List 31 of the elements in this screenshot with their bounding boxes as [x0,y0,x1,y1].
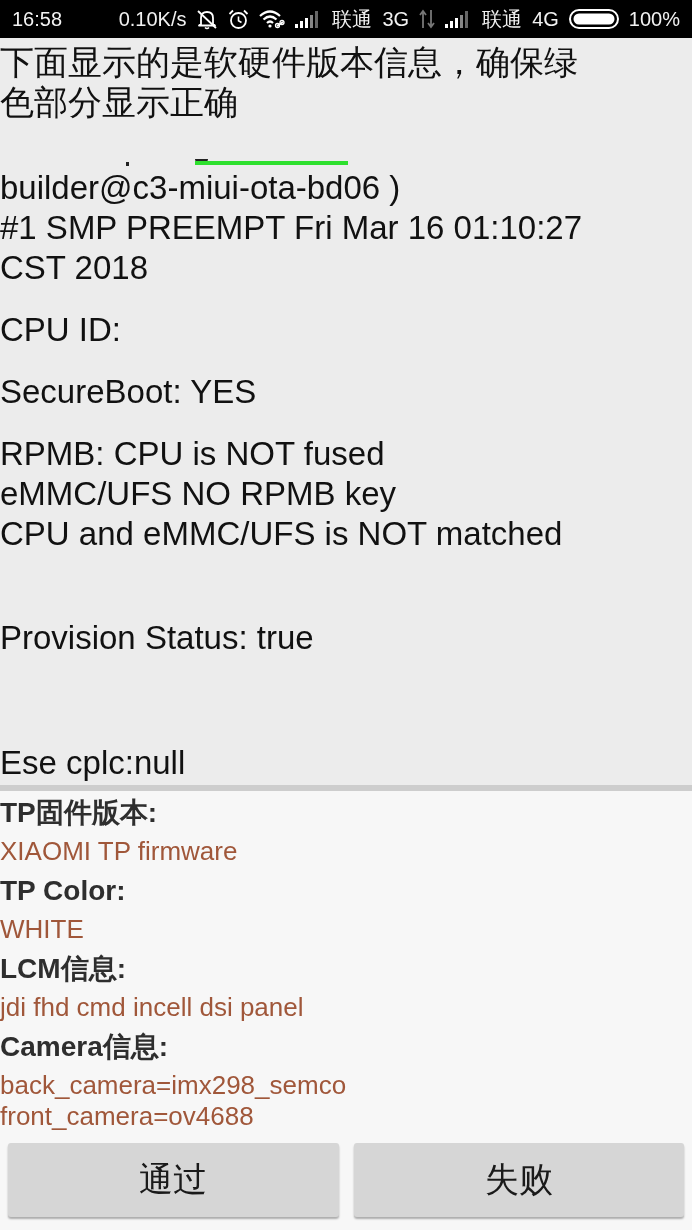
network-type: 4G [532,7,559,31]
detail-value: back_camera=imx298_semco front_camera=ov4688 [0,1070,348,1132]
detail-label: TP固件版本: [0,797,159,828]
detail-value: XIAOMI TP firmware [0,836,239,867]
signal-icon [445,10,469,28]
action-button[interactable]: 通过 [8,1143,339,1217]
info-text: RPMB: CPU is NOT fused eMMC/UFS NO RPMB key CPU and eMMC/UFS is NOT matched [0,434,564,554]
detail-label: LCM信息: [0,953,127,984]
carrier-name: 联通 [482,7,523,31]
info-text: SecureBoot: YES [0,372,258,412]
network-speed: 0.10K/s [118,7,187,31]
action-button[interactable]: 失败 [353,1143,684,1217]
info-text: Ese cplc:null [0,743,187,783]
info-text: builder@c3-miui-ota-bd06 ) #1 SMP PREEMPT Fri Mar 16 01:10:27 CST 2018 [0,168,584,288]
detail-label: TP Color: [0,875,127,906]
battery-percentage: 100% [628,7,680,31]
muted-bell-icon [196,8,219,30]
carrier-name: 联通 [332,7,373,31]
detail-value: jdi fhd cmd incell dsi panel [0,992,305,1023]
alarm-clock-icon [228,8,250,30]
info-text: CPU ID: [0,310,122,350]
instruction-text: 下面显示的是软硬件版本信息，确保绿色部分显示正确 [0,42,579,122]
battery-icon [568,9,619,29]
detail-value: WHITE [0,914,85,945]
clock-time: 16:58 [12,7,63,31]
detail-label: Camera信息: [0,1031,170,1062]
info-text: Provision Status: true [0,618,315,658]
wifi-icon [259,9,286,29]
signal-icon [295,10,319,28]
data-arrows-icon [419,9,436,29]
network-type: 3G [382,7,410,31]
